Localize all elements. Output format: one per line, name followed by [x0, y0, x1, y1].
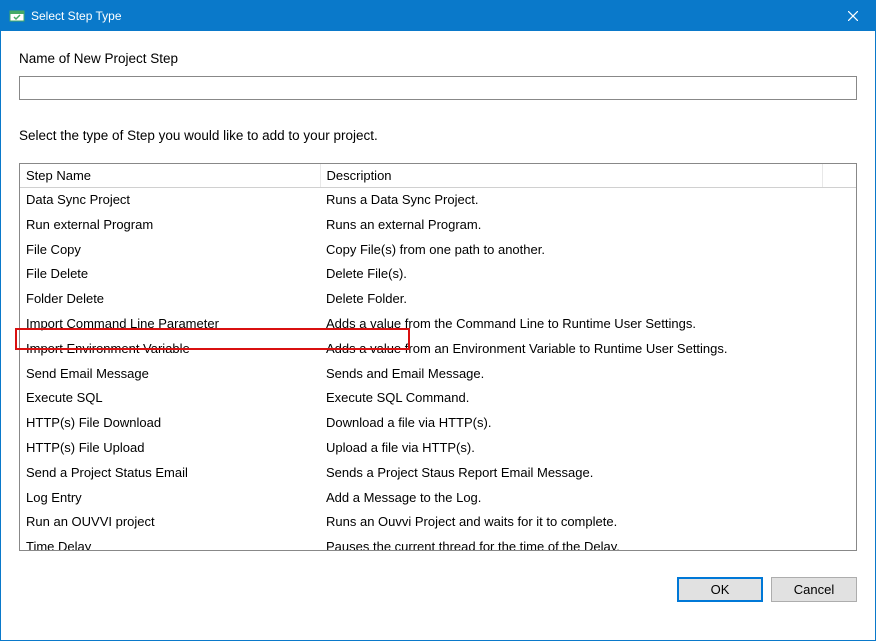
cell-empty [822, 436, 856, 461]
cell-step-name: Import Environment Variable [20, 337, 320, 362]
cell-description: Runs a Data Sync Project. [320, 188, 822, 213]
name-label: Name of New Project Step [19, 51, 857, 66]
cell-step-name: Run an OUVVI project [20, 510, 320, 535]
table-row[interactable]: Folder DeleteDelete Folder. [20, 287, 856, 312]
ok-button[interactable]: OK [677, 577, 763, 602]
window-title: Select Step Type [31, 9, 830, 23]
cell-empty [822, 238, 856, 263]
table-row[interactable]: Import Command Line ParameterAdds a valu… [20, 312, 856, 337]
cell-description: Sends a Project Staus Report Email Messa… [320, 461, 822, 486]
cell-description: Runs an external Program. [320, 213, 822, 238]
cell-empty [822, 312, 856, 337]
table-row[interactable]: Log EntryAdd a Message to the Log. [20, 486, 856, 511]
cell-empty [822, 461, 856, 486]
instruction-text: Select the type of Step you would like t… [19, 128, 857, 143]
cell-empty [822, 486, 856, 511]
cell-empty [822, 262, 856, 287]
cell-step-name: Send Email Message [20, 362, 320, 387]
cell-step-name: Import Command Line Parameter [20, 312, 320, 337]
cell-description: Copy File(s) from one path to another. [320, 238, 822, 263]
cell-empty [822, 337, 856, 362]
cell-description: Delete File(s). [320, 262, 822, 287]
cell-empty [822, 213, 856, 238]
cancel-button[interactable]: Cancel [771, 577, 857, 602]
cell-description: Download a file via HTTP(s). [320, 411, 822, 436]
cell-description: Runs an Ouvvi Project and waits for it t… [320, 510, 822, 535]
cell-description: Delete Folder. [320, 287, 822, 312]
table-row[interactable]: Run an OUVVI projectRuns an Ouvvi Projec… [20, 510, 856, 535]
cell-step-name: HTTP(s) File Download [20, 411, 320, 436]
cell-step-name: Run external Program [20, 213, 320, 238]
table-row[interactable]: Import Environment VariableAdds a value … [20, 337, 856, 362]
dialog-content: Name of New Project Step Select the type… [1, 31, 875, 563]
cell-description: Execute SQL Command. [320, 386, 822, 411]
table-row[interactable]: Data Sync ProjectRuns a Data Sync Projec… [20, 188, 856, 213]
column-header-name[interactable]: Step Name [20, 164, 320, 188]
cell-step-name: File Copy [20, 238, 320, 263]
cell-description: Pauses the current thread for the time o… [320, 535, 822, 551]
cell-empty [822, 535, 856, 551]
table-row[interactable]: File DeleteDelete File(s). [20, 262, 856, 287]
close-icon [848, 11, 858, 21]
titlebar: Select Step Type [1, 1, 875, 31]
table-row[interactable]: Send a Project Status EmailSends a Proje… [20, 461, 856, 486]
step-name-input[interactable] [19, 76, 857, 100]
app-icon [9, 8, 25, 24]
table-row[interactable]: Send Email MessageSends and Email Messag… [20, 362, 856, 387]
step-type-table: Step Name Description Data Sync ProjectR… [19, 163, 857, 551]
cell-step-name: Log Entry [20, 486, 320, 511]
table-row[interactable]: HTTP(s) File UploadUpload a file via HTT… [20, 436, 856, 461]
cell-description: Sends and Email Message. [320, 362, 822, 387]
table-header-row: Step Name Description [20, 164, 856, 188]
table-row[interactable]: File CopyCopy File(s) from one path to a… [20, 238, 856, 263]
cell-step-name: Folder Delete [20, 287, 320, 312]
cell-empty [822, 188, 856, 213]
cell-description: Add a Message to the Log. [320, 486, 822, 511]
close-button[interactable] [830, 1, 875, 31]
cell-step-name: File Delete [20, 262, 320, 287]
cell-step-name: Data Sync Project [20, 188, 320, 213]
cell-description: Upload a file via HTTP(s). [320, 436, 822, 461]
table-row[interactable]: Execute SQLExecute SQL Command. [20, 386, 856, 411]
cell-step-name: Time Delay [20, 535, 320, 551]
cell-description: Adds a value from an Environment Variabl… [320, 337, 822, 362]
cell-step-name: HTTP(s) File Upload [20, 436, 320, 461]
cell-empty [822, 362, 856, 387]
cell-empty [822, 287, 856, 312]
cell-empty [822, 386, 856, 411]
column-header-empty [822, 164, 856, 188]
cell-step-name: Execute SQL [20, 386, 320, 411]
table-row[interactable]: Time DelayPauses the current thread for … [20, 535, 856, 551]
cell-empty [822, 411, 856, 436]
table-row[interactable]: HTTP(s) File DownloadDownload a file via… [20, 411, 856, 436]
cell-step-name: Send a Project Status Email [20, 461, 320, 486]
table-row[interactable]: Run external ProgramRuns an external Pro… [20, 213, 856, 238]
column-header-description[interactable]: Description [320, 164, 822, 188]
cell-description: Adds a value from the Command Line to Ru… [320, 312, 822, 337]
cell-empty [822, 510, 856, 535]
button-row: OK Cancel [1, 563, 875, 616]
